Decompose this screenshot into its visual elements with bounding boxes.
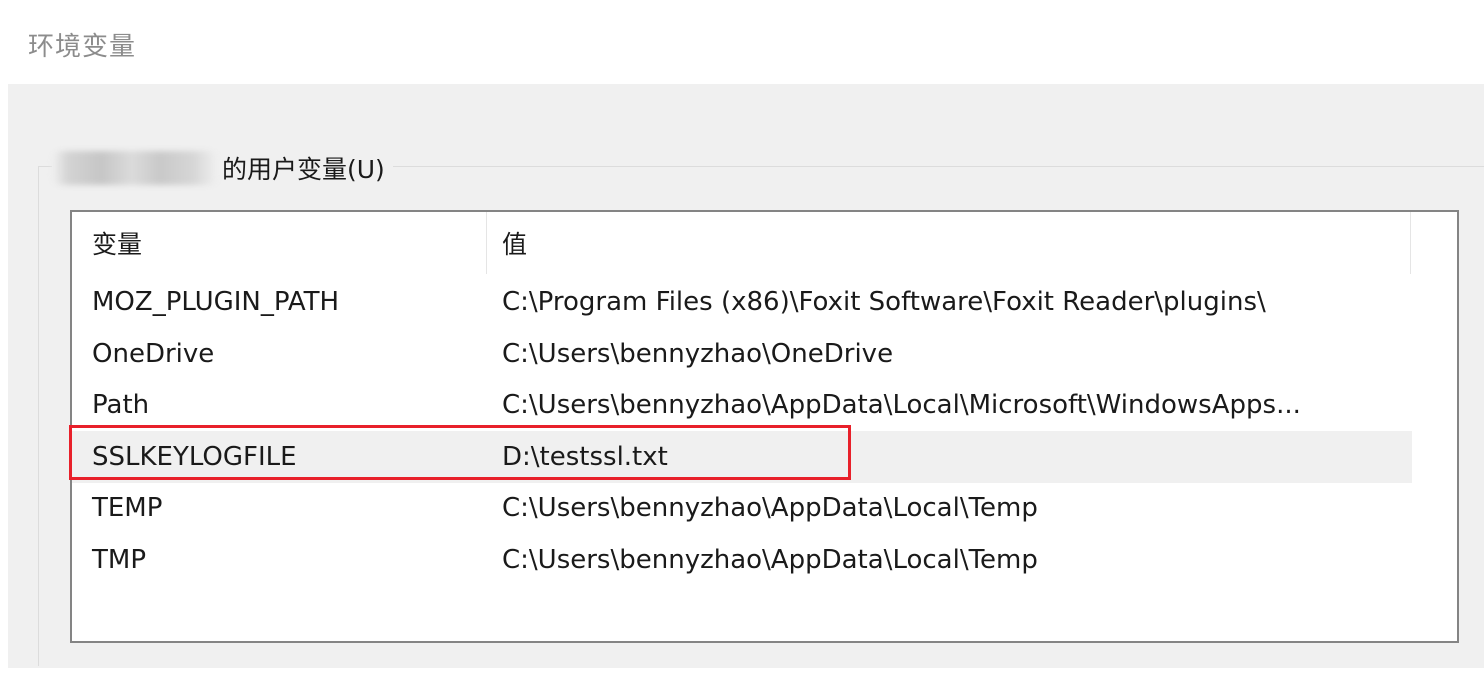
dialog-title-bar: 环境变量 (0, 0, 1484, 84)
red-highlight-annotation (69, 425, 851, 480)
column-separator[interactable] (1410, 212, 1411, 274)
variable-name: TEMP (92, 493, 163, 523)
variable-value: C:\Users\bennyzhao\AppData\Local\Temp (502, 493, 1038, 523)
variable-name: Path (92, 390, 150, 420)
variable-name: TMP (92, 545, 146, 575)
variable-value: C:\Users\bennyzhao\AppData\Local\Microso… (502, 390, 1301, 420)
variable-value: C:\Program Files (x86)\Foxit Software\Fo… (502, 287, 1266, 317)
user-variables-legend: 的用户变量(U) (52, 148, 393, 188)
column-header-variable[interactable]: 变量 (92, 212, 142, 274)
dialog-title: 环境变量 (28, 32, 137, 62)
variable-name: OneDrive (92, 339, 215, 369)
dialog-left-edge (0, 0, 8, 676)
table-row[interactable]: TEMP C:\Users\bennyzhao\AppData\Local\Te… (72, 482, 1412, 534)
table-row[interactable]: TMP C:\Users\bennyzhao\AppData\Local\Tem… (72, 534, 1412, 586)
variable-value: C:\Users\bennyzhao\OneDrive (502, 339, 894, 369)
table-row[interactable]: Path C:\Users\bennyzhao\AppData\Local\Mi… (72, 379, 1412, 431)
table-row[interactable]: MOZ_PLUGIN_PATH C:\Program Files (x86)\F… (72, 276, 1412, 328)
list-header: 变量 值 (72, 212, 1412, 274)
column-separator[interactable] (486, 212, 487, 274)
table-row[interactable]: OneDrive C:\Users\bennyzhao\OneDrive (72, 328, 1412, 380)
user-variables-label: 的用户变量(U) (222, 155, 385, 184)
redacted-username (52, 151, 218, 185)
variable-name: MOZ_PLUGIN_PATH (92, 287, 340, 317)
column-header-value[interactable]: 值 (502, 212, 527, 274)
variable-value: C:\Users\bennyzhao\AppData\Local\Temp (502, 545, 1038, 575)
